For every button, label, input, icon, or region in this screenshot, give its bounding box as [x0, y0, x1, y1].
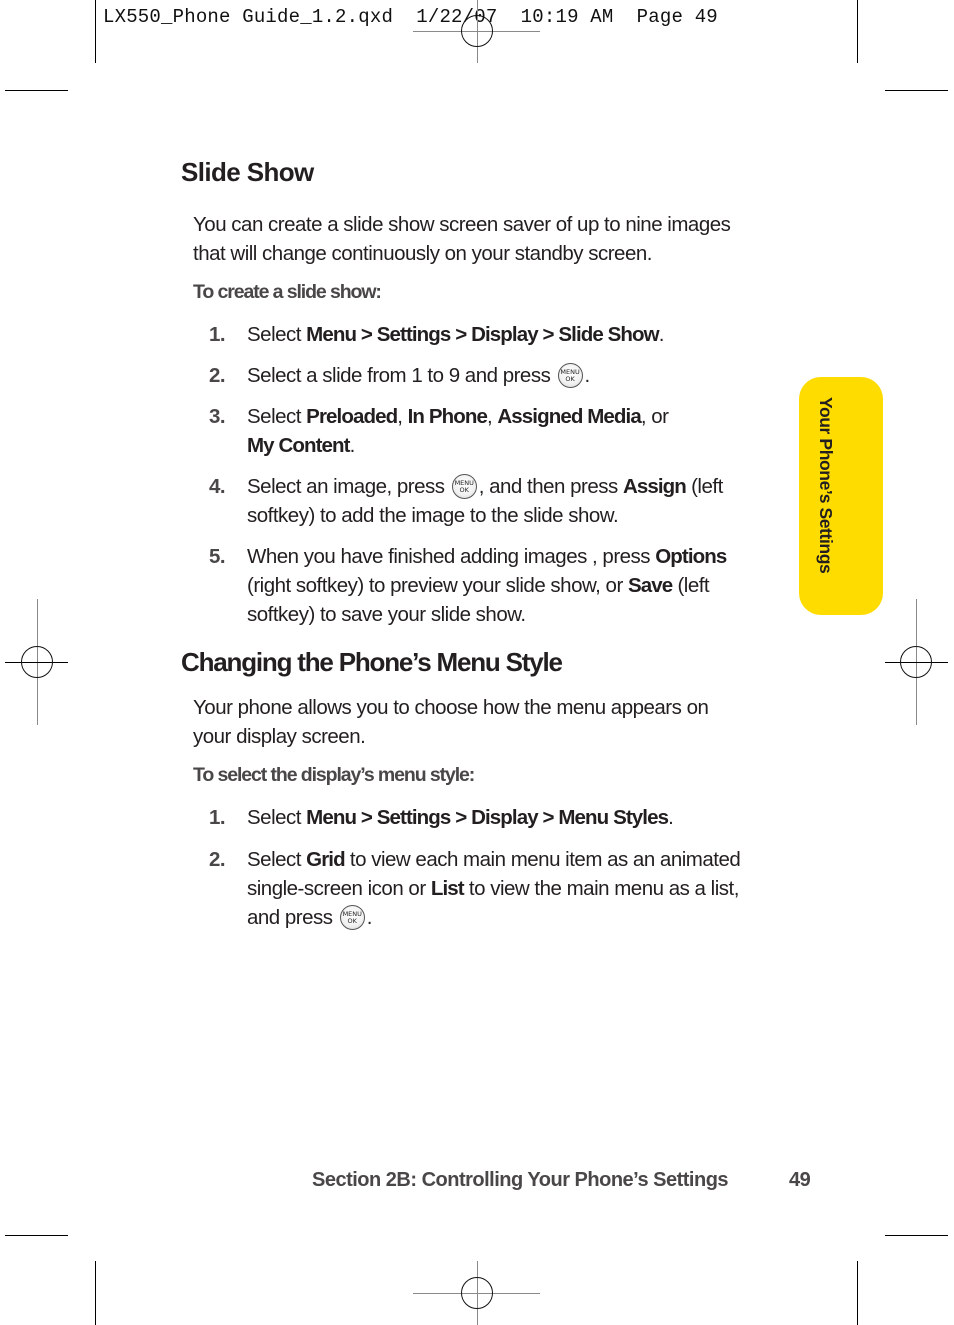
step-text: to view each main menu item as an animat… [344, 848, 741, 871]
step-number: 5. [209, 545, 226, 568]
step-text: Select a slide from 1 to 9 and press [247, 364, 551, 387]
step-number: 3. [209, 405, 226, 428]
slide-show-intro: You can create a slide show screen saver… [193, 210, 793, 268]
softkey-assign: Assign [622, 475, 687, 498]
option-grid: Grid [306, 848, 345, 871]
step-text: Select [247, 806, 307, 829]
menu-style-intro: Your phone allows you to choose how the … [193, 693, 793, 751]
step-text: , or [640, 405, 669, 428]
option-in-phone: In Phone [407, 405, 488, 428]
step-number: 1. [209, 323, 226, 346]
step-text: . [349, 434, 356, 457]
step-text: . [668, 806, 674, 829]
step-text: Select [247, 323, 307, 346]
step-text: single-screen icon or [247, 877, 431, 900]
intro-line: Your phone allows you to choose how the … [193, 696, 709, 719]
step-text: to view the main menu as a list, [463, 877, 740, 900]
option-assigned-media: Assigned Media [497, 405, 641, 428]
softkey-options: Options [655, 545, 727, 568]
step-text: (left [672, 574, 710, 597]
step-text: and press [247, 906, 333, 929]
step-number: 2. [209, 364, 226, 387]
step-text: softkey) to add the image to the slide s… [247, 504, 619, 527]
footer-section-title: Section 2B: Controlling Your Phone’s Set… [312, 1169, 729, 1191]
step-text: , [486, 405, 498, 428]
softkey-save: Save [627, 574, 673, 597]
step-text: Select an image, press [247, 475, 445, 498]
step-text: When you have finished adding images , p… [247, 545, 656, 568]
intro-line: that will change continuously on your st… [193, 242, 652, 265]
option-my-content: My Content [247, 434, 351, 457]
step-text: , [397, 405, 408, 428]
step-number: 4. [209, 475, 226, 498]
section-side-tab-label: Your Phone’s Settings [816, 397, 836, 574]
intro-line: You can create a slide show screen saver… [193, 213, 731, 236]
key-label: OK [347, 917, 357, 925]
printer-slug-line: LX550_Phone Guide_1.2.qxd 1/22/07 10:19 … [103, 6, 718, 28]
menu-ok-key-icon: MENU OK [339, 905, 365, 930]
step-text: softkey) to save your slide show. [247, 603, 526, 626]
menu-path: Menu > Settings > Display > Menu Styles [306, 806, 669, 829]
step-number: 2. [209, 848, 226, 871]
menu-style-subheading: To select the display’s menu style: [193, 764, 475, 786]
menu-path: Menu > Settings > Display > Slide Show [306, 323, 659, 346]
menu-ok-key-icon: MENU OK [557, 363, 583, 388]
slide-show-heading: Slide Show [181, 157, 314, 187]
step-text: Select [247, 848, 307, 871]
step-text: , and then press [478, 475, 623, 498]
step-number: 1. [209, 806, 226, 829]
step-text: . [366, 906, 373, 929]
option-preloaded: Preloaded [306, 405, 398, 428]
intro-line: your display screen. [193, 725, 366, 748]
option-list: List [430, 877, 465, 900]
step-text: (left [685, 475, 723, 498]
slide-show-subheading: To create a slide show: [193, 281, 382, 303]
section-side-tab [799, 377, 883, 615]
step-text: (right softkey) to preview your slide sh… [247, 574, 628, 597]
step-text: Select [247, 405, 307, 428]
menu-style-heading: Changing the Phone’s Menu Style [181, 647, 563, 677]
menu-ok-key-icon: MENU OK [451, 474, 477, 499]
step-text: . [584, 364, 591, 387]
key-label: OK [565, 375, 575, 383]
footer-page-number: 49 [789, 1169, 811, 1191]
step-text: . [658, 323, 665, 346]
key-label: OK [459, 486, 469, 494]
